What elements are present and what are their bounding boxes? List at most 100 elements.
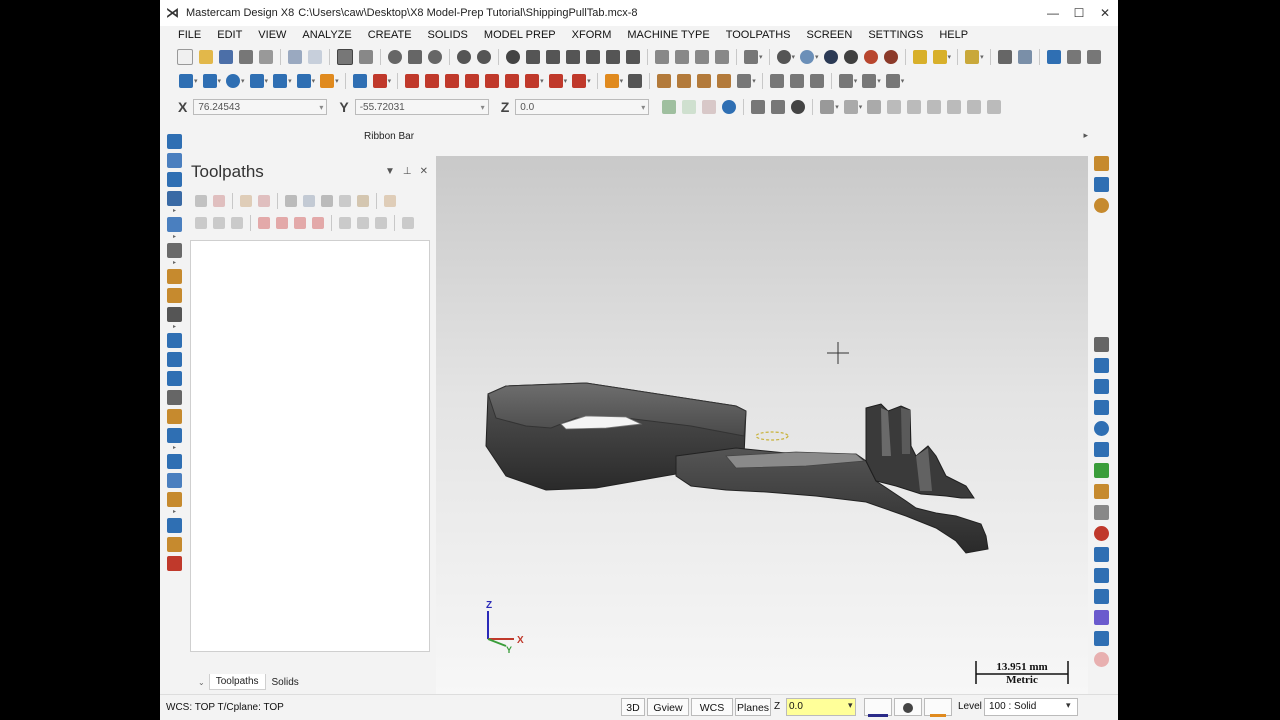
- pan-icon[interactable]: [526, 50, 540, 64]
- xform-2-icon[interactable]: [425, 74, 440, 88]
- expand-icon[interactable]: [384, 195, 396, 207]
- right-tool-6-icon[interactable]: [1094, 379, 1109, 394]
- verify-icon[interactable]: [303, 195, 315, 207]
- only-display-icon[interactable]: [339, 217, 351, 229]
- zoom-out-icon[interactable]: [477, 50, 491, 64]
- rectangle-icon[interactable]: [249, 74, 264, 88]
- right-tool-14-icon[interactable]: [1094, 547, 1109, 562]
- selection-1-icon[interactable]: [751, 100, 766, 114]
- wireframe-sphere-icon[interactable]: [776, 50, 791, 64]
- cube-view-1-icon[interactable]: [655, 50, 669, 64]
- scroll-insert-icon[interactable]: [312, 217, 324, 229]
- right-tool-18-icon[interactable]: [1094, 631, 1109, 646]
- left-tool-17-icon[interactable]: [167, 473, 182, 488]
- unzoom-icon[interactable]: [457, 50, 471, 64]
- repaint-icon[interactable]: [359, 50, 373, 64]
- mask-icon[interactable]: [820, 100, 835, 114]
- xform-3-icon[interactable]: [445, 74, 460, 88]
- more-icon[interactable]: [402, 217, 414, 229]
- menu-screen[interactable]: SCREEN: [798, 29, 860, 41]
- menu-model-prep[interactable]: MODEL PREP: [476, 29, 564, 41]
- menu-edit[interactable]: EDIT: [209, 29, 250, 41]
- right-tool-19-icon[interactable]: [1094, 652, 1109, 667]
- minimize-icon[interactable]: —: [1040, 0, 1066, 26]
- left-tool-15-icon[interactable]: [167, 428, 182, 443]
- fillet-icon[interactable]: [273, 74, 288, 88]
- left-tool-1-icon[interactable]: [167, 134, 182, 149]
- solid-extrude-icon[interactable]: [657, 74, 672, 88]
- solid-select-4-icon[interactable]: [947, 100, 962, 114]
- menu-machine-type[interactable]: MACHINE TYPE: [619, 29, 717, 41]
- solid-revolve-icon[interactable]: [677, 74, 692, 88]
- surface-icon[interactable]: [320, 74, 335, 88]
- xform-1-icon[interactable]: [405, 74, 420, 88]
- g1-post-icon[interactable]: [339, 195, 351, 207]
- graphics-viewport[interactable]: Z X Y 13.951 mm Metric: [436, 156, 1088, 694]
- left-tool-5-icon[interactable]: [167, 217, 182, 232]
- cplane-icon[interactable]: [626, 50, 640, 64]
- xform-5-icon[interactable]: [485, 74, 500, 88]
- left-tool-2-icon[interactable]: [167, 153, 182, 168]
- new-file-icon[interactable]: [177, 49, 193, 65]
- line-icon[interactable]: [202, 74, 217, 88]
- xform-8-icon[interactable]: [572, 74, 587, 88]
- toggle-display-icon[interactable]: [213, 217, 225, 229]
- settings-gear-icon[interactable]: [1046, 50, 1061, 64]
- model-prep-2-icon[interactable]: [789, 74, 804, 88]
- color-button[interactable]: [864, 698, 892, 717]
- right-tool-8-icon[interactable]: [1094, 421, 1109, 436]
- right-tool-1-icon[interactable]: [1094, 156, 1109, 171]
- right-tool-7-icon[interactable]: [1094, 400, 1109, 415]
- solid-sweep-icon[interactable]: [697, 74, 712, 88]
- menu-help[interactable]: HELP: [931, 29, 976, 41]
- solid-select-2-icon[interactable]: [907, 100, 922, 114]
- solid-select-3-icon[interactable]: [927, 100, 942, 114]
- analyze-icon[interactable]: [965, 50, 980, 64]
- maximize-icon[interactable]: ☐: [1066, 0, 1092, 26]
- open-file-icon[interactable]: [199, 50, 213, 64]
- redo-icon[interactable]: [308, 50, 322, 64]
- menu-view[interactable]: VIEW: [250, 29, 294, 41]
- right-tool-15-icon[interactable]: [1094, 568, 1109, 583]
- help-icon[interactable]: [722, 100, 737, 114]
- circle-icon[interactable]: [226, 74, 241, 88]
- delete-icon[interactable]: [372, 74, 387, 88]
- shade-mode-2-icon[interactable]: [843, 50, 858, 64]
- tabs-overflow-icon[interactable]: ⌄: [198, 678, 205, 687]
- help-cursor-icon[interactable]: [997, 50, 1012, 64]
- shading-button[interactable]: [894, 698, 922, 716]
- model-prep-3-icon[interactable]: [809, 74, 824, 88]
- zoom-target-icon[interactable]: [408, 50, 422, 64]
- lock-icon[interactable]: [195, 217, 207, 229]
- shade-mode-4-icon[interactable]: [883, 50, 898, 64]
- note-icon[interactable]: [628, 74, 643, 88]
- point-icon[interactable]: [179, 74, 193, 88]
- view-iso-icon[interactable]: [606, 50, 620, 64]
- toolpath-tree[interactable]: [190, 240, 430, 652]
- solid-model-shipping-pull-tab[interactable]: [485, 382, 989, 554]
- view-right-icon[interactable]: [586, 50, 600, 64]
- undo-icon[interactable]: [288, 50, 302, 64]
- spline-icon[interactable]: [296, 74, 311, 88]
- tab-toolpaths[interactable]: Toolpaths: [208, 674, 266, 690]
- print-preview-icon[interactable]: [259, 50, 273, 64]
- select-all-icon[interactable]: [195, 195, 207, 207]
- cube-view-4-icon[interactable]: [715, 50, 729, 64]
- right-tool-16-icon[interactable]: [1094, 589, 1109, 604]
- left-tool-4-icon[interactable]: [167, 191, 182, 206]
- z-coordinate-field[interactable]: 0.0: [515, 99, 650, 116]
- left-tool-13-icon[interactable]: [167, 390, 182, 405]
- left-tool-18-icon[interactable]: [167, 492, 182, 507]
- ribbon-expand-icon[interactable]: ▸: [1083, 130, 1088, 141]
- model-prep-1-icon[interactable]: [769, 74, 784, 88]
- shade-mode-3-icon[interactable]: [863, 50, 878, 64]
- deselect-icon[interactable]: [213, 195, 225, 207]
- gview-button[interactable]: Gview: [647, 698, 689, 716]
- xform-6-icon[interactable]: [505, 74, 520, 88]
- confirm-check-icon[interactable]: [662, 100, 677, 114]
- planes-icon[interactable]: [744, 50, 758, 64]
- level-dropdown[interactable]: 100 : Solid: [984, 698, 1078, 716]
- left-tool-10-icon[interactable]: [167, 333, 182, 348]
- display-selected-icon[interactable]: [357, 217, 369, 229]
- fit-icon[interactable]: [337, 49, 353, 65]
